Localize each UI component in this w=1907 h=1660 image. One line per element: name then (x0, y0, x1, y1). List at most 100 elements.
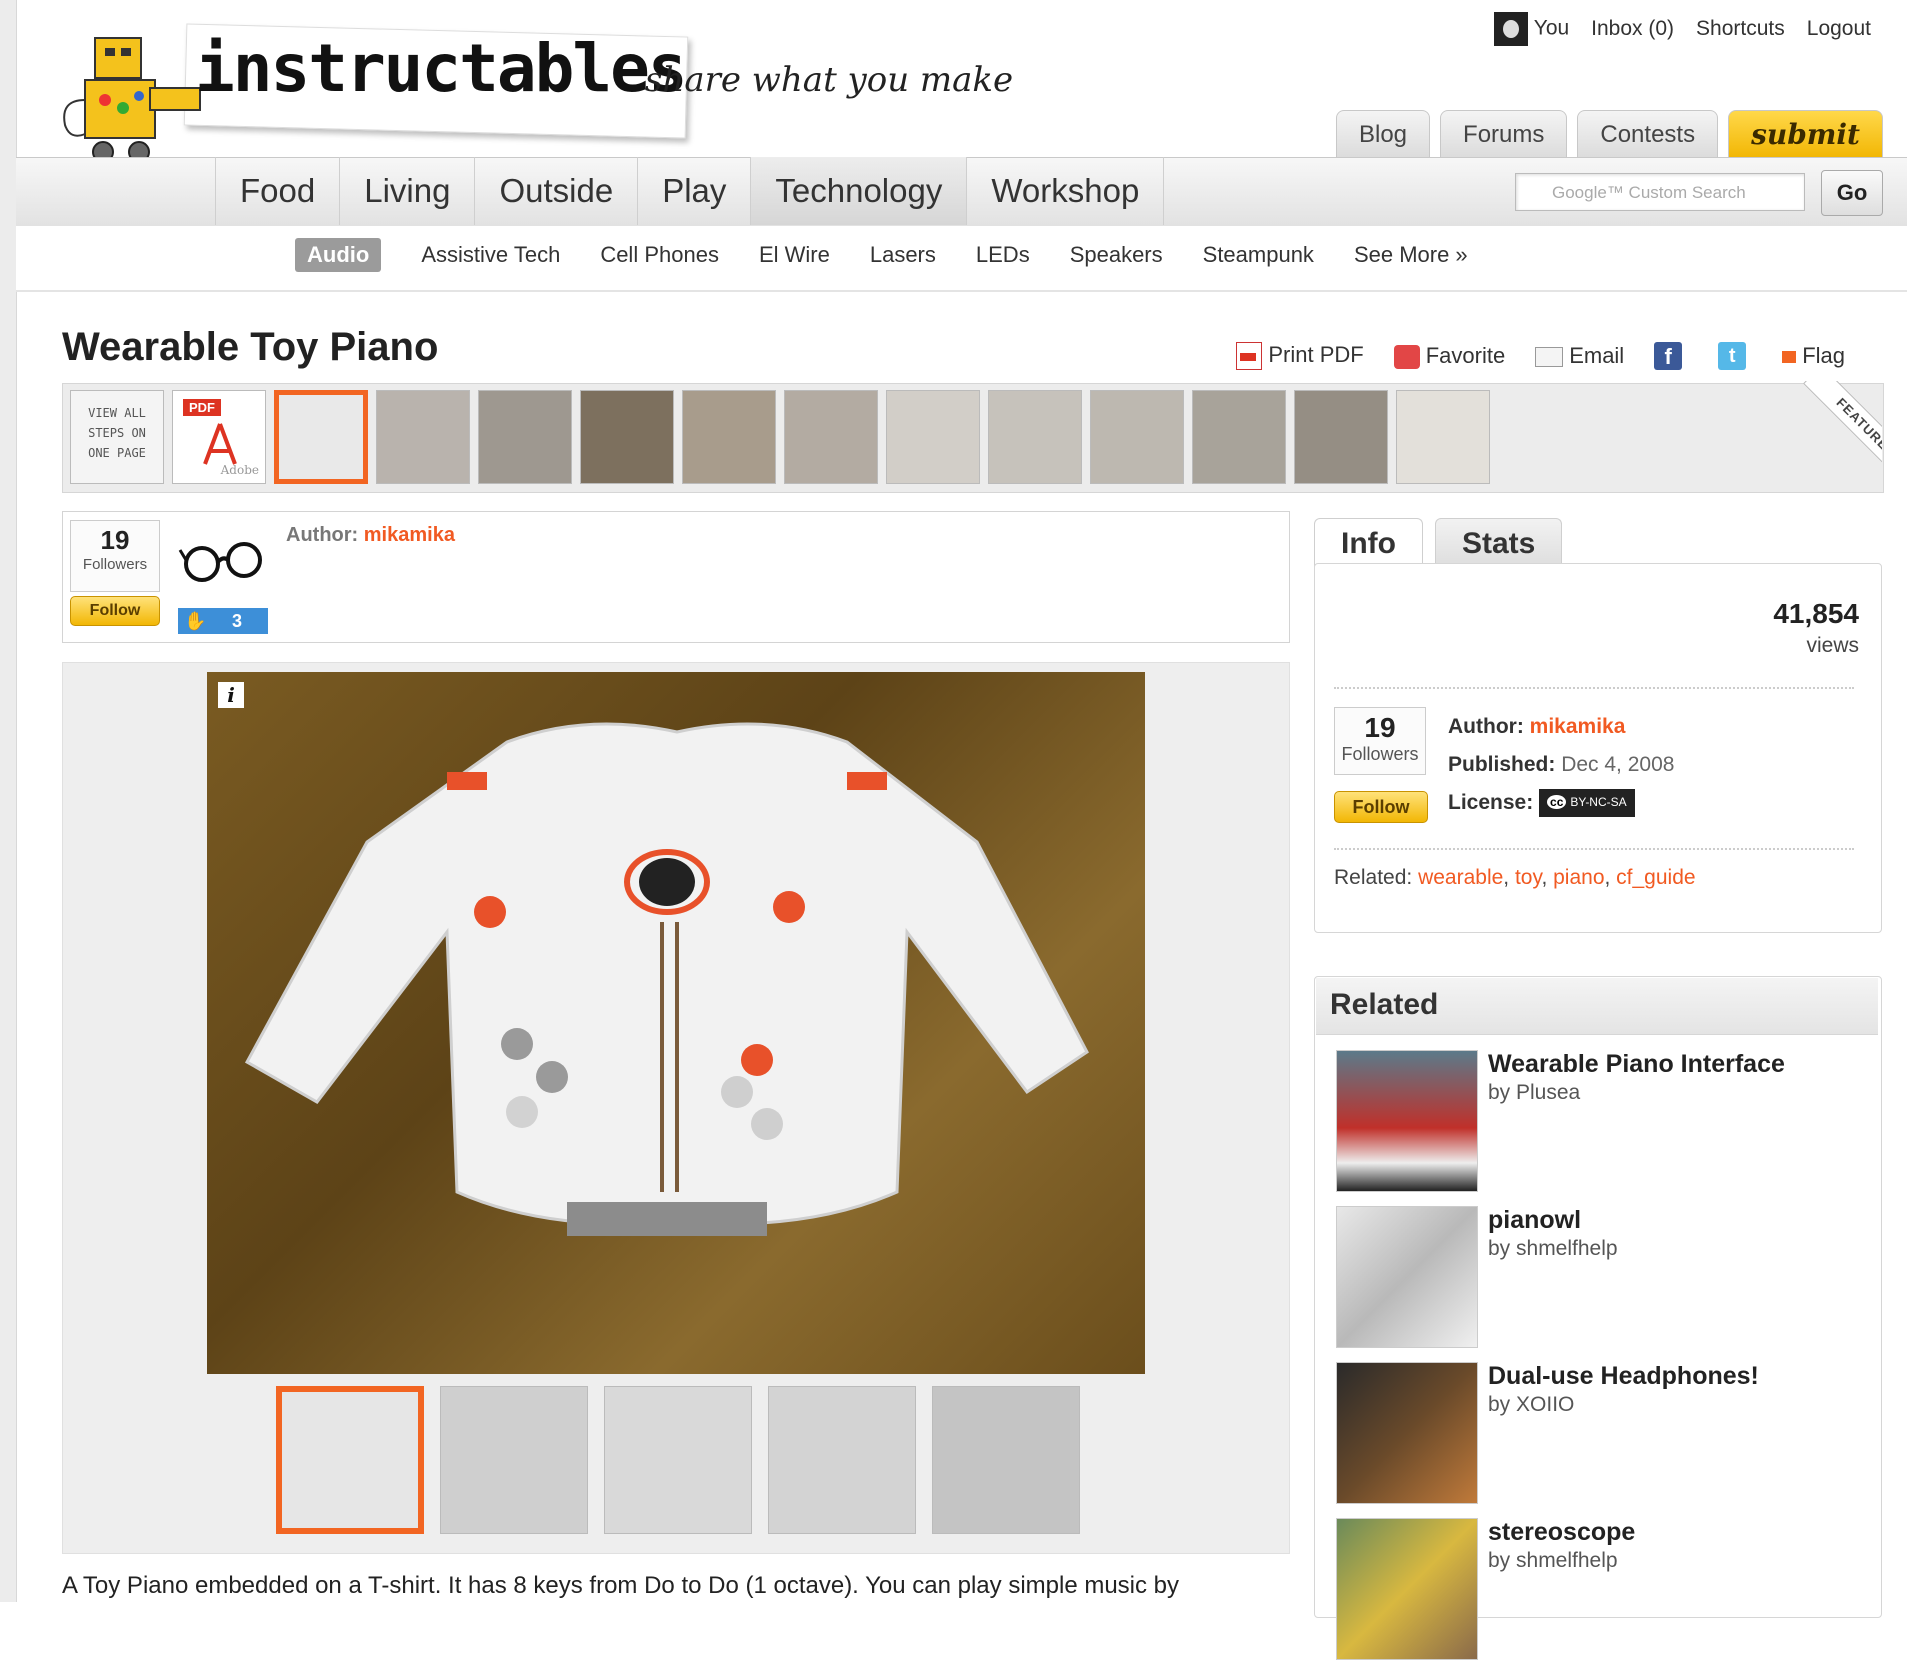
you-link[interactable]: You (1493, 12, 1569, 46)
author-link[interactable]: mikamika (364, 524, 455, 546)
step-thumbnails: VIEW ALL STEPS ON ONE PAGE PDF Adobe (70, 390, 1490, 484)
shirt-photo-illustration (244, 722, 1089, 1236)
tag-link[interactable]: cf_guide (1616, 866, 1695, 889)
email-button[interactable]: Email (1535, 343, 1624, 369)
step-thumb[interactable] (1294, 390, 1388, 484)
step-thumb[interactable] (1090, 390, 1184, 484)
favorite-button[interactable]: Favorite (1393, 343, 1505, 370)
category-food[interactable]: Food (215, 157, 339, 225)
info-icon[interactable]: i (218, 682, 244, 708)
image-thumb[interactable] (768, 1386, 916, 1534)
author-link[interactable]: mikamika (1530, 715, 1626, 738)
subcategory-cell-phones[interactable]: Cell Phones (600, 242, 719, 268)
submit-button[interactable]: submit (1728, 110, 1883, 157)
related-item[interactable]: stereoscope by shmelfhelp (1336, 1518, 1635, 1660)
published-row: Published: Dec 4, 2008 (1448, 753, 1675, 776)
related-author: by XOIIO (1488, 1393, 1575, 1416)
related-title: pianowl (1488, 1206, 1582, 1234)
facebook-icon[interactable]: f (1654, 342, 1683, 371)
subcategory-speakers[interactable]: Speakers (1070, 242, 1163, 268)
image-thumbnails (276, 1386, 1080, 1534)
divider (1334, 848, 1854, 850)
related-title: Wearable Piano Interface (1488, 1050, 1785, 1078)
pdf-download-thumb[interactable]: PDF Adobe (172, 390, 266, 484)
subcategory-audio[interactable]: Audio (295, 238, 382, 272)
follow-button[interactable]: Follow (1334, 791, 1428, 823)
subcategory-see-more[interactable]: See More » (1354, 242, 1468, 268)
step-thumb[interactable] (478, 390, 572, 484)
action-bar: Print PDF Favorite Email f t Flag (1236, 342, 1845, 371)
category-outside[interactable]: Outside (474, 157, 637, 225)
adobe-acrobat-icon (203, 423, 237, 465)
step-thumb[interactable] (274, 390, 368, 484)
subcategory-el-wire[interactable]: El Wire (759, 242, 830, 268)
related-item[interactable]: Wearable Piano Interface by Plusea (1336, 1050, 1785, 1192)
step-thumb[interactable] (376, 390, 470, 484)
search-input[interactable]: Google™ Custom Search (1515, 173, 1805, 211)
step-thumb[interactable] (1396, 390, 1490, 484)
related-thumb (1336, 1362, 1478, 1504)
top-nav: You Inbox (0) Shortcuts Logout (1493, 12, 1871, 46)
related-title: stereoscope (1488, 1518, 1636, 1546)
shortcuts-link[interactable]: Shortcuts (1696, 17, 1785, 41)
step-thumb[interactable] (580, 390, 674, 484)
image-thumb[interactable] (440, 1386, 588, 1534)
related-thumb (1336, 1206, 1478, 1348)
tab-contests[interactable]: Contests (1577, 110, 1719, 157)
license-row: License: cc BY-NC-SA (1448, 784, 1674, 822)
step-thumb[interactable] (682, 390, 776, 484)
intro-text: A Toy Piano embedded on a T-shirt. It ha… (62, 1572, 1180, 1599)
related-tags: Related: wearable, toy, piano, cf_guide (1334, 866, 1696, 889)
print-pdf-button[interactable]: Print PDF (1236, 342, 1364, 371)
image-thumb[interactable] (604, 1386, 752, 1534)
category-technology[interactable]: Technology (750, 157, 967, 225)
followers-box: 19 Followers (70, 520, 160, 592)
related-author: by shmelfhelp (1488, 1237, 1618, 1260)
subcategory-nav: Audio Assistive Tech Cell Phones El Wire… (295, 238, 1468, 272)
hand-icon: ✋ (184, 611, 207, 631)
category-play[interactable]: Play (637, 157, 750, 225)
logout-link[interactable]: Logout (1807, 17, 1871, 41)
tab-info[interactable]: Info (1314, 518, 1423, 569)
adobe-label: Adobe (220, 463, 259, 477)
related-author: by Plusea (1488, 1081, 1581, 1104)
step-thumb[interactable] (1192, 390, 1286, 484)
subcategory-lasers[interactable]: Lasers (870, 242, 936, 268)
tag-link[interactable]: wearable (1418, 866, 1503, 889)
category-living[interactable]: Living (339, 157, 474, 225)
inbox-link[interactable]: Inbox (0) (1591, 17, 1674, 41)
pdf-icon (1236, 342, 1263, 371)
tab-stats[interactable]: Stats (1434, 518, 1563, 569)
related-thumb (1336, 1518, 1478, 1660)
related-item[interactable]: pianowl by shmelfhelp (1336, 1206, 1618, 1348)
twitter-icon[interactable]: t (1718, 342, 1747, 371)
subcategory-assistive-tech[interactable]: Assistive Tech (421, 242, 560, 268)
author-avatar-glasses-icon[interactable] (178, 530, 268, 590)
search-go-button[interactable]: Go (1821, 170, 1883, 216)
image-thumb[interactable] (276, 1386, 424, 1534)
tab-blog[interactable]: Blog (1335, 110, 1431, 157)
subcategory-steampunk[interactable]: Steampunk (1203, 242, 1314, 268)
related-author: by shmelfhelp (1488, 1549, 1618, 1572)
follow-button[interactable]: Follow (70, 596, 160, 626)
related-item[interactable]: Dual-use Headphones! by XOIIO (1336, 1362, 1759, 1504)
tag-link[interactable]: toy (1515, 866, 1541, 889)
step-thumb[interactable] (784, 390, 878, 484)
main-photo[interactable] (207, 672, 1145, 1374)
subcategory-leds[interactable]: LEDs (976, 242, 1030, 268)
flag-button[interactable]: Flag (1782, 343, 1845, 369)
related-thumb (1336, 1050, 1478, 1192)
divider (1334, 687, 1854, 689)
step-thumb[interactable] (988, 390, 1082, 484)
image-thumb[interactable] (932, 1386, 1080, 1534)
tag-link[interactable]: piano (1553, 866, 1604, 889)
tab-forums[interactable]: Forums (1440, 110, 1568, 157)
category-nav: Food Living Outside Play Technology Work… (215, 157, 1165, 225)
license-badge[interactable]: cc BY-NC-SA (1539, 789, 1635, 818)
view-all-steps-button[interactable]: VIEW ALL STEPS ON ONE PAGE (70, 390, 164, 484)
patch-count-badge[interactable]: ✋ 3 (178, 608, 268, 634)
robot-mascot-icon (63, 37, 201, 163)
category-workshop[interactable]: Workshop (966, 157, 1165, 225)
step-thumb[interactable] (886, 390, 980, 484)
flag-icon (1782, 351, 1797, 364)
